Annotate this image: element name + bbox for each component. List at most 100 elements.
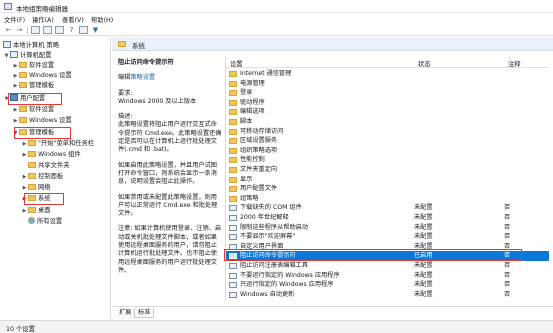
- list-item-policy[interactable]: 下载缺失的 COM 组件 未配置 否: [226, 203, 549, 213]
- menu-help[interactable]: 帮助(H): [91, 15, 113, 24]
- show-hide-tree-icon[interactable]: [43, 26, 52, 34]
- tree-node-all-settings[interactable]: 所有设置: [21, 217, 62, 227]
- setting-state: 未配置: [414, 271, 433, 279]
- list-item-policy[interactable]: 阻止访问注册表编辑工具 未配置 否: [226, 261, 549, 271]
- title-bar: 本地组策略编辑器: [0, 0, 553, 13]
- folder-icon: [118, 41, 126, 47]
- folder-up-icon[interactable]: [31, 26, 40, 34]
- tree-node-windows-settings[interactable]: ▶ Windows 设置: [12, 71, 72, 81]
- chevron-right-icon[interactable]: ▶: [12, 61, 19, 71]
- list-item-policy[interactable]: 限制这些程序从帮助启动 未配置 否: [226, 223, 549, 233]
- setting-comment: 否: [504, 214, 511, 221]
- folder-icon: [229, 176, 237, 183]
- forward-icon[interactable]: →: [15, 26, 24, 34]
- setting-name: 阻止访问注册表编辑工具: [240, 262, 309, 269]
- list-item-policy[interactable]: 2000 年世纪解释 未配置 否: [226, 213, 549, 223]
- list-item-folder[interactable]: 编辑选项: [226, 107, 549, 117]
- setting-state: 未配置: [414, 204, 433, 212]
- folder-icon: [229, 195, 237, 202]
- setting-state: 未配置: [414, 233, 433, 241]
- list-item-folder[interactable]: 显示: [226, 175, 549, 185]
- menu-view[interactable]: 查看(V): [62, 15, 84, 24]
- setting-name: 不要显示"欢迎屏幕": [240, 233, 296, 241]
- list-item-folder[interactable]: 组策略: [226, 194, 549, 204]
- tree-node-software-settings[interactable]: ▶ 软件设置: [12, 61, 54, 71]
- tree-node-user-software-settings[interactable]: ▶ 软件设置: [12, 105, 54, 115]
- list-item-folder[interactable]: Internet 通信管理: [226, 69, 549, 79]
- chevron-down-icon[interactable]: ▼: [3, 51, 10, 61]
- tree-node-control-panel[interactable]: ▶ 控制面板: [21, 172, 63, 182]
- folder-icon: [19, 82, 27, 88]
- column-header-comment[interactable]: 注释: [508, 59, 521, 68]
- back-icon[interactable]: ←: [4, 26, 13, 34]
- chevron-right-icon[interactable]: ▶: [12, 81, 19, 91]
- computer-icon: [3, 41, 11, 48]
- tree-node-computer-config[interactable]: ▼ 计算机配置: [3, 51, 51, 61]
- tree-node-start-menu[interactable]: ▶ "开始"菜单和任务栏: [21, 139, 94, 149]
- requirements: 要求: Windows 2000 及以上版本: [118, 90, 222, 107]
- chevron-right-icon[interactable]: ▶: [12, 116, 19, 126]
- list-item-folder[interactable]: 电源管理: [226, 79, 549, 89]
- tab-extended[interactable]: 扩展: [116, 308, 134, 318]
- list-item-folder[interactable]: 性能控制: [226, 155, 549, 165]
- all-settings-icon: [28, 217, 35, 224]
- computer-icon: [10, 51, 18, 58]
- filter-icon[interactable]: ▼: [91, 26, 100, 34]
- setting-name: 性能控制: [240, 156, 265, 164]
- window-title: 本地组策略编辑器: [16, 5, 68, 13]
- tree-node-local-policy[interactable]: 本地计算机 策略: [3, 41, 59, 51]
- list-item-folder[interactable]: 区域设置服务: [226, 136, 549, 146]
- list-item-folder[interactable]: 可移动存储访问: [226, 127, 549, 137]
- content-pane: 系统 阻止访问命令提示符 编辑策略设置 要求: Windows 2000 及以上版…: [112, 37, 553, 319]
- list-item-policy[interactable]: 只运行指定的 Windows 应用程序 未配置 否: [226, 280, 549, 290]
- policy-icon: [229, 263, 237, 269]
- properties-icon[interactable]: [79, 26, 88, 34]
- policy-icon: [229, 234, 237, 241]
- requirements-label: 要求:: [118, 89, 133, 97]
- edit-prefix: 编辑: [118, 74, 131, 82]
- tree-node-admin-templates[interactable]: ▶ 管理模板: [12, 81, 54, 91]
- folder-icon: [28, 162, 36, 168]
- edit-policy-link[interactable]: 策略设置: [130, 74, 155, 81]
- chevron-right-icon[interactable]: ▶: [21, 150, 28, 160]
- setting-name: 登录: [240, 89, 253, 97]
- setting-state: 未配置: [414, 290, 433, 298]
- chevron-right-icon[interactable]: ▶: [21, 139, 28, 149]
- description-text: 此策略设置将阻止用户运行交互式命令提示符 Cmd.exe。此策略设置还确定是否可…: [118, 121, 222, 154]
- tab-standard[interactable]: 标准: [134, 308, 155, 318]
- breadcrumb-label: 系统: [132, 42, 145, 50]
- column-header-state[interactable]: 状态: [418, 59, 431, 68]
- list-item-folder[interactable]: 登录: [226, 88, 549, 98]
- list-item-folder[interactable]: 文件夹重定向: [226, 165, 549, 175]
- list-item-policy[interactable]: 不要显示"欢迎屏幕" 未配置 否: [226, 232, 549, 242]
- tree-node-desktop[interactable]: ▶ 桌面: [21, 206, 51, 216]
- policy-icon: [229, 224, 237, 231]
- list-item-folder[interactable]: 脚本: [226, 117, 549, 127]
- menu-action[interactable]: 操作(A): [32, 15, 54, 24]
- folder-icon: [229, 138, 237, 145]
- folder-icon: [229, 71, 237, 77]
- list-item-folder[interactable]: 驱动程序: [226, 98, 549, 108]
- tree-node-network[interactable]: ▶ 网络: [21, 183, 51, 193]
- list-item-policy[interactable]: Windows 自动更新 未配置 否: [226, 290, 549, 300]
- list-item-folder[interactable]: 组织策略选项: [226, 146, 549, 156]
- setting-name: 驱动程序: [240, 98, 265, 106]
- list-item-policy[interactable]: 不要运行指定的 Windows 应用程序 未配置 否: [226, 271, 549, 281]
- chevron-right-icon[interactable]: ▶: [12, 105, 19, 115]
- column-header-setting[interactable]: 设置: [230, 59, 243, 68]
- tree-node-windows-components[interactable]: ▶ Windows 组件: [21, 150, 81, 160]
- chevron-right-icon[interactable]: ▶: [21, 206, 28, 216]
- chevron-right-icon[interactable]: ▶: [21, 172, 28, 182]
- list-item-folder[interactable]: 用户配置文件: [226, 184, 549, 194]
- menu-file[interactable]: 文件(F): [4, 15, 25, 24]
- export-list-icon[interactable]: [55, 26, 64, 34]
- policy-icon: [229, 205, 237, 212]
- tree-node-shared-folders[interactable]: 共享文件夹: [21, 161, 69, 171]
- chevron-right-icon[interactable]: ▶: [21, 183, 28, 193]
- tree-node-user-windows-settings[interactable]: ▶ Windows 设置: [12, 116, 72, 126]
- folder-icon: [28, 184, 36, 190]
- setting-name: 显示: [240, 175, 253, 183]
- chevron-right-icon[interactable]: ▶: [12, 71, 19, 81]
- setting-comment: 否: [504, 262, 511, 269]
- help-icon[interactable]: ?: [67, 26, 76, 34]
